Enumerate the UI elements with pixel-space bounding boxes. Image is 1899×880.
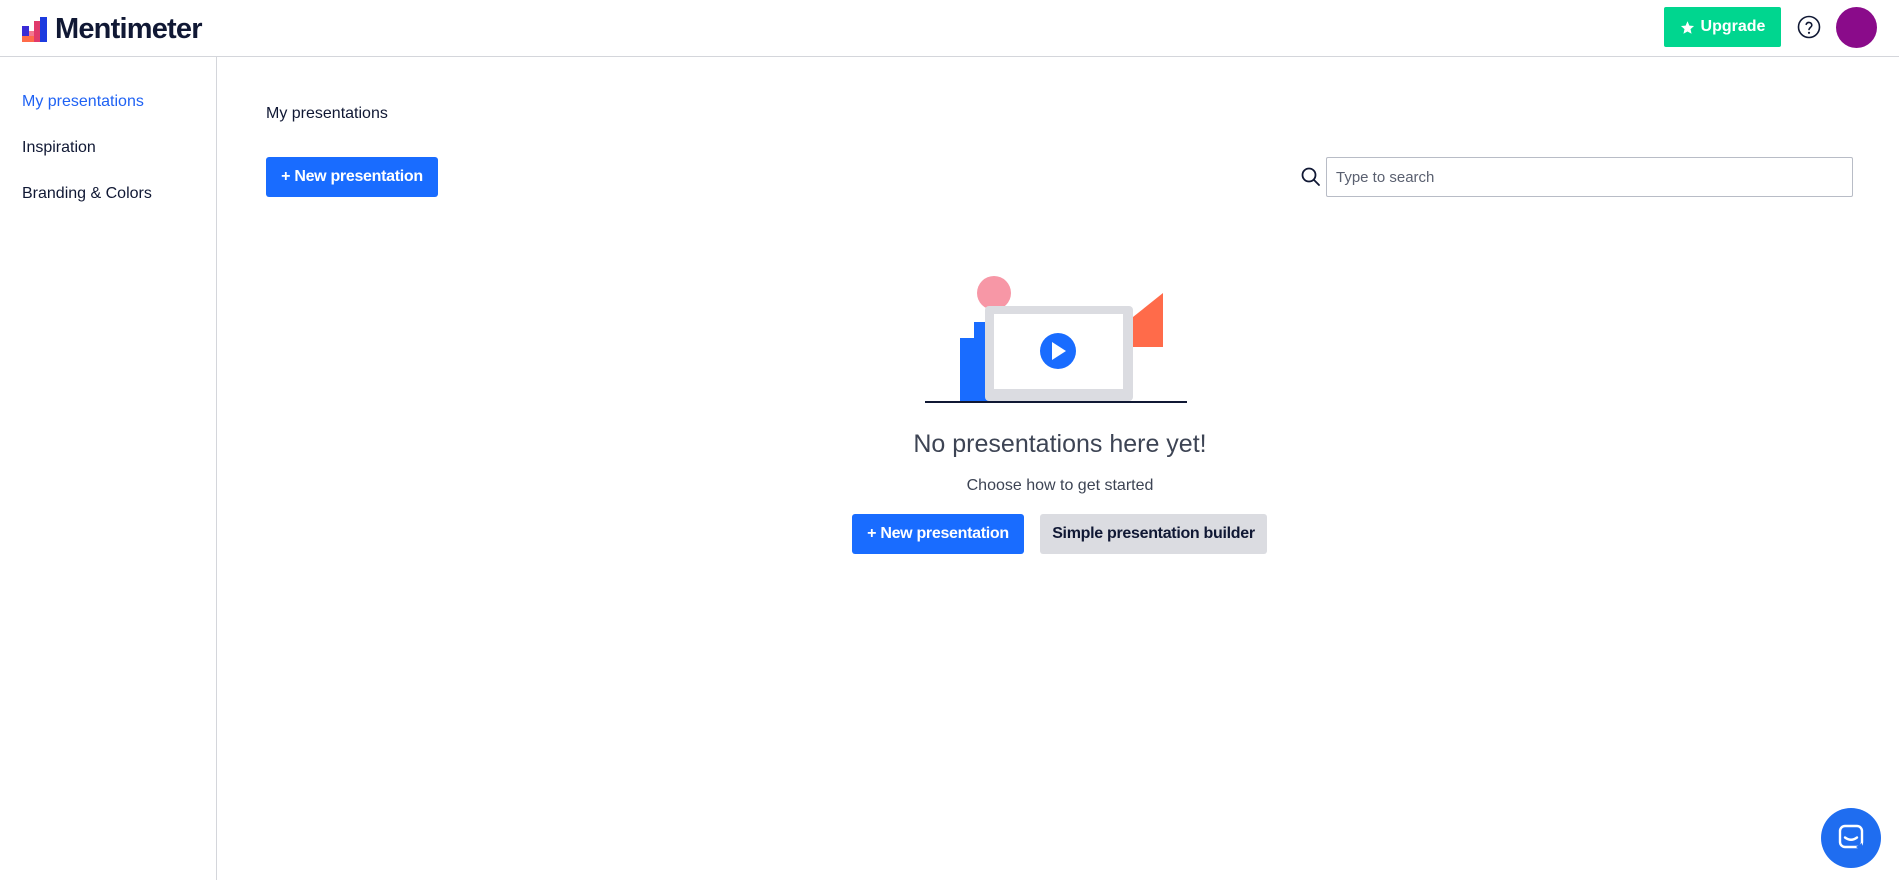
sidebar-item-inspiration[interactable]: Inspiration [22, 139, 96, 157]
new-presentation-button[interactable]: + New presentation [266, 157, 438, 197]
upgrade-label: Upgrade [1700, 18, 1766, 35]
search-icon [1301, 167, 1320, 186]
page-title: My presentations [266, 105, 388, 122]
empty-state-subtitle: Choose how to get started [966, 477, 1154, 494]
star-icon [1680, 20, 1694, 34]
help-circle-icon[interactable] [1797, 15, 1821, 39]
upgrade-button[interactable]: Upgrade [1664, 7, 1781, 47]
chat-icon [1838, 824, 1864, 851]
logo-mark-icon [22, 17, 47, 42]
empty-state-title: No presentations here yet! [913, 430, 1207, 458]
logo-text: Mentimeter [55, 13, 203, 45]
chat-launcher-button[interactable] [1821, 808, 1881, 868]
empty-state-new-presentation-button[interactable]: + New presentation [852, 514, 1024, 554]
sidebar-item-my-presentations[interactable]: My presentations [22, 93, 144, 111]
empty-state-illustration [925, 276, 1187, 403]
simple-presentation-builder-button[interactable]: Simple presentation builder [1040, 514, 1267, 554]
top-header: Mentimeter Upgrade [0, 0, 1899, 57]
sidebar-item-branding-colors[interactable]: Branding & Colors [22, 185, 152, 203]
sidebar: My presentations Inspiration Branding & … [0, 57, 217, 880]
search-input[interactable] [1326, 157, 1853, 197]
user-avatar[interactable] [1836, 7, 1877, 48]
mentimeter-logo[interactable]: Mentimeter [22, 13, 203, 46]
